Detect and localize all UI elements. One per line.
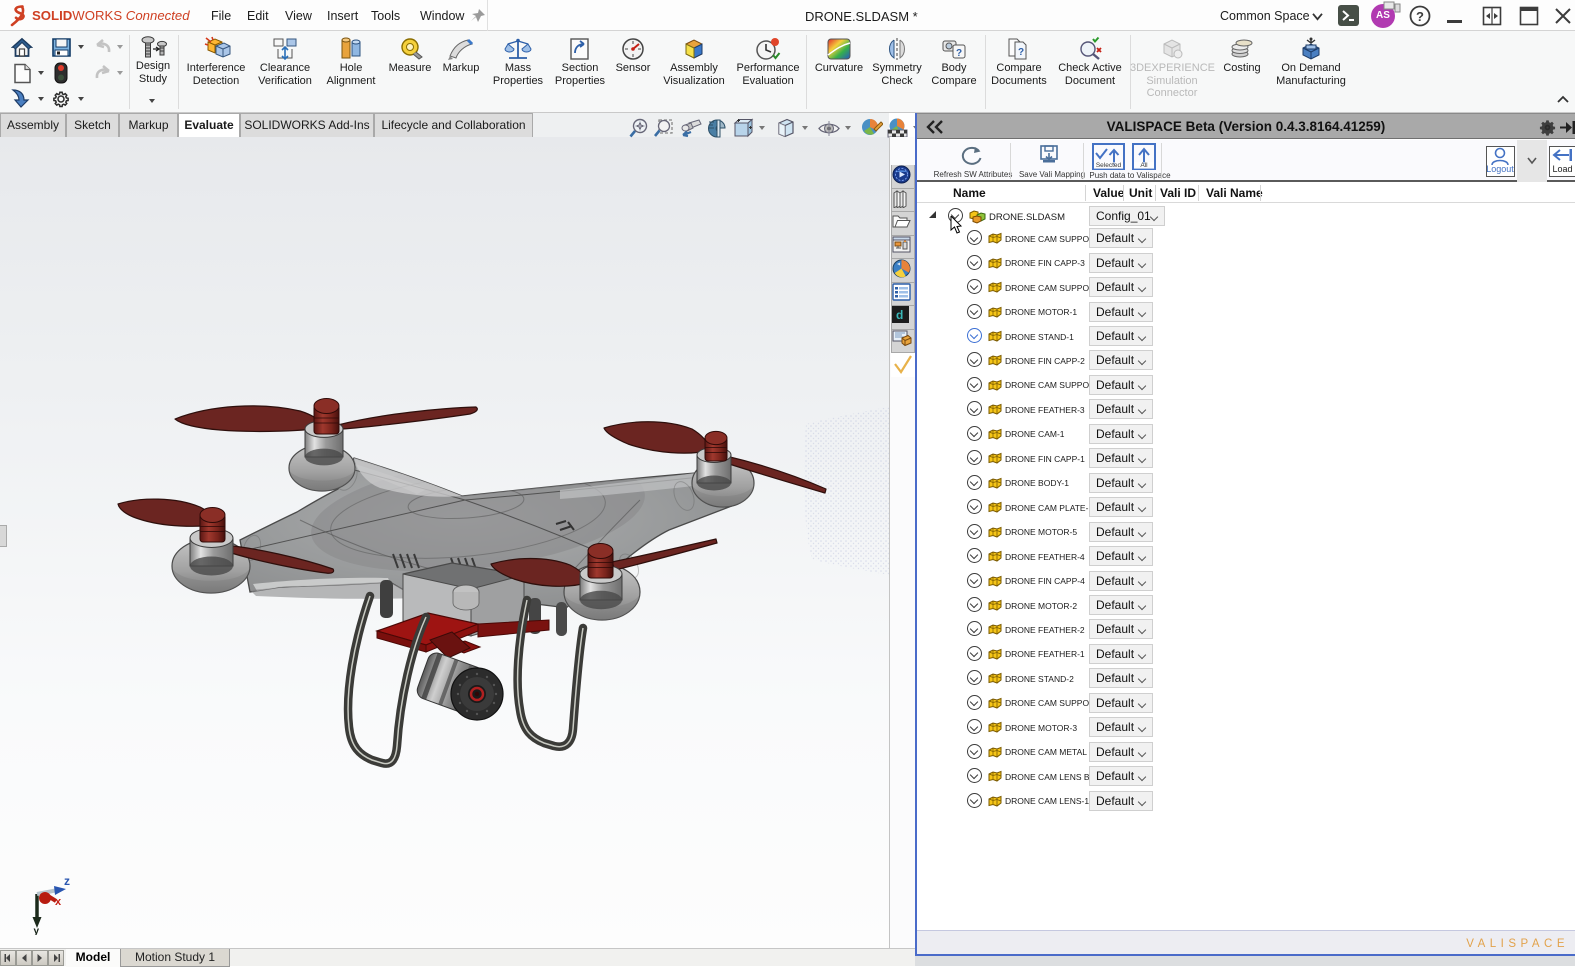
- svg-text:?: ?: [1018, 47, 1024, 58]
- svg-text:?: ?: [1416, 9, 1424, 24]
- svg-text:x: x: [55, 896, 62, 908]
- svg-text:SOLIDWORKS Connected: SOLIDWORKS Connected: [32, 8, 190, 23]
- svg-text:?: ?: [956, 48, 962, 59]
- svg-text:z: z: [64, 874, 70, 888]
- svg-text:y: y: [34, 926, 40, 935]
- svg-text:d: d: [896, 308, 903, 322]
